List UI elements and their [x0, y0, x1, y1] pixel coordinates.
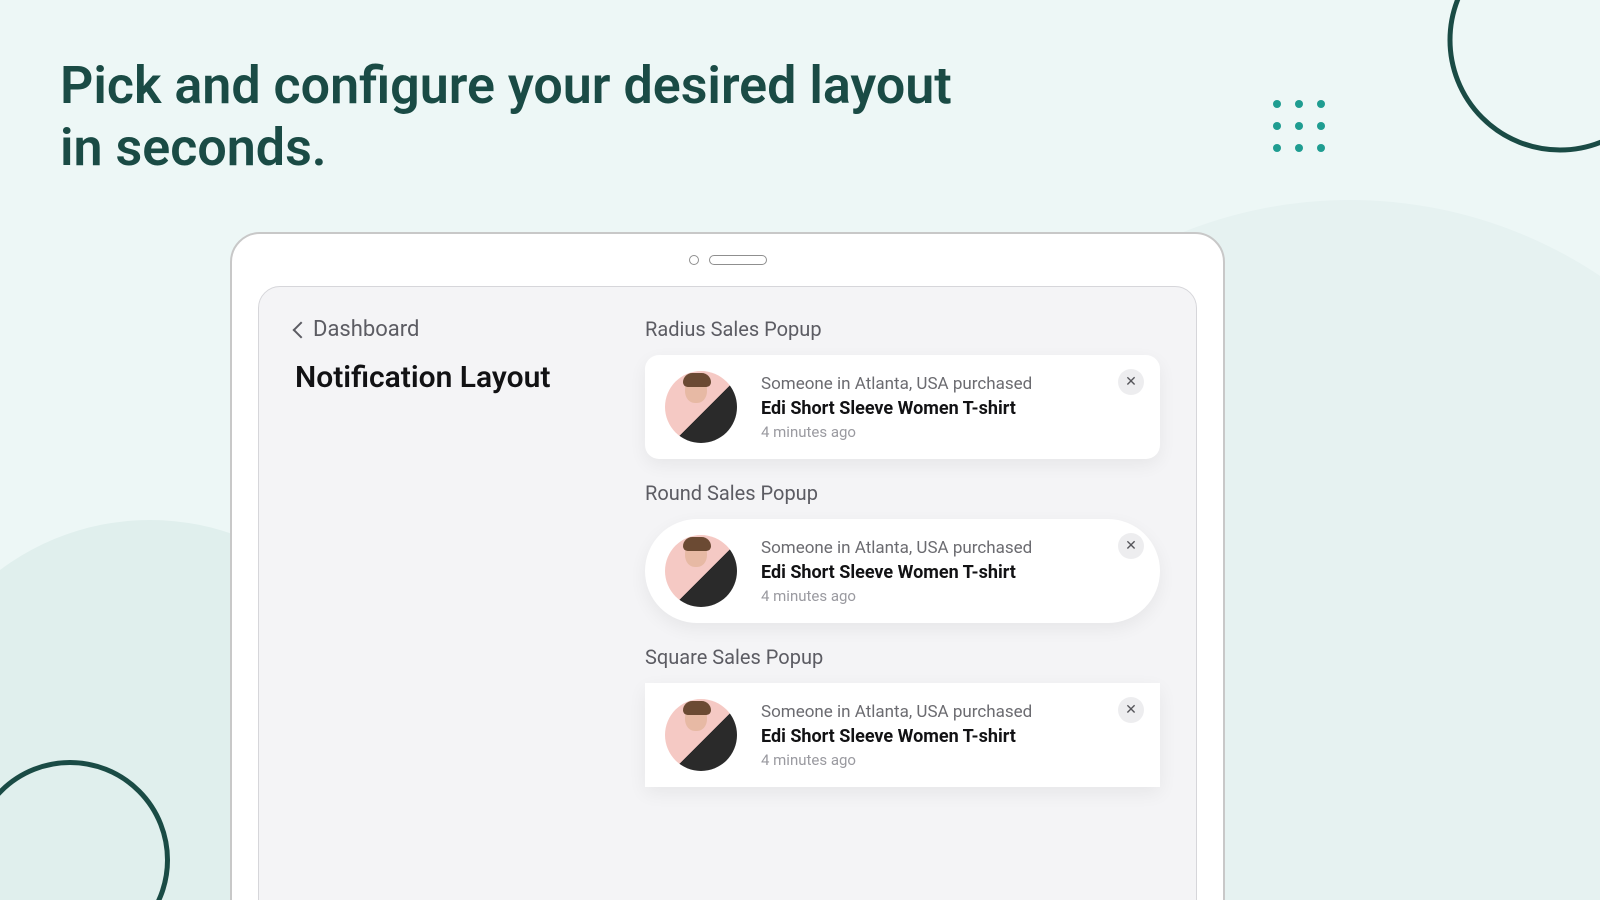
popup-product-name: Edi Short Sleeve Women T-shirt — [761, 726, 1032, 747]
layout-options-column: Radius Sales Popup Someone in Atlanta, U… — [645, 317, 1160, 895]
popup-time-ago: 4 minutes ago — [761, 751, 1032, 769]
tablet-top-bar — [232, 234, 1223, 286]
popup-card-round[interactable]: Someone in Atlanta, USA purchased Edi Sh… — [645, 519, 1160, 623]
layout-option-round: Round Sales Popup Someone in Atlanta, US… — [645, 481, 1160, 623]
product-avatar — [665, 699, 737, 771]
back-to-dashboard-link[interactable]: Dashboard — [295, 317, 419, 342]
close-icon[interactable]: ✕ — [1118, 533, 1144, 559]
popup-text: Someone in Atlanta, USA purchased Edi Sh… — [761, 538, 1032, 605]
popup-time-ago: 4 minutes ago — [761, 587, 1032, 605]
product-avatar — [665, 535, 737, 607]
back-link-label: Dashboard — [313, 317, 419, 342]
layout-option-radius: Radius Sales Popup Someone in Atlanta, U… — [645, 317, 1160, 459]
layout-label: Square Sales Popup — [645, 645, 1160, 669]
decoration-dot-grid — [1273, 100, 1325, 152]
close-icon[interactable]: ✕ — [1118, 369, 1144, 395]
layout-option-square: Square Sales Popup Someone in Atlanta, U… — [645, 645, 1160, 787]
left-column: Dashboard Notification Layout — [295, 317, 605, 895]
page-title: Notification Layout — [295, 360, 605, 395]
popup-time-ago: 4 minutes ago — [761, 423, 1032, 441]
chevron-left-icon — [293, 321, 310, 338]
marketing-headline: Pick and configure your desired layout i… — [60, 55, 960, 180]
tablet-speaker-icon — [709, 255, 767, 265]
app-screen: Dashboard Notification Layout Radius Sal… — [258, 286, 1197, 900]
popup-text: Someone in Atlanta, USA purchased Edi Sh… — [761, 702, 1032, 769]
popup-product-name: Edi Short Sleeve Women T-shirt — [761, 562, 1032, 583]
close-icon[interactable]: ✕ — [1118, 697, 1144, 723]
popup-purchaser-line: Someone in Atlanta, USA purchased — [761, 702, 1032, 722]
decoration-circle-bottom-left — [0, 760, 170, 900]
popup-text: Someone in Atlanta, USA purchased Edi Sh… — [761, 374, 1032, 441]
popup-product-name: Edi Short Sleeve Women T-shirt — [761, 398, 1032, 419]
popup-card-square[interactable]: Someone in Atlanta, USA purchased Edi Sh… — [645, 683, 1160, 787]
tablet-frame: Dashboard Notification Layout Radius Sal… — [230, 232, 1225, 900]
popup-purchaser-line: Someone in Atlanta, USA purchased — [761, 538, 1032, 558]
tablet-camera-icon — [689, 255, 699, 265]
product-avatar — [665, 371, 737, 443]
decoration-arc-top-right — [1390, 0, 1600, 210]
popup-purchaser-line: Someone in Atlanta, USA purchased — [761, 374, 1032, 394]
popup-card-radius[interactable]: Someone in Atlanta, USA purchased Edi Sh… — [645, 355, 1160, 459]
layout-label: Radius Sales Popup — [645, 317, 1160, 341]
layout-label: Round Sales Popup — [645, 481, 1160, 505]
